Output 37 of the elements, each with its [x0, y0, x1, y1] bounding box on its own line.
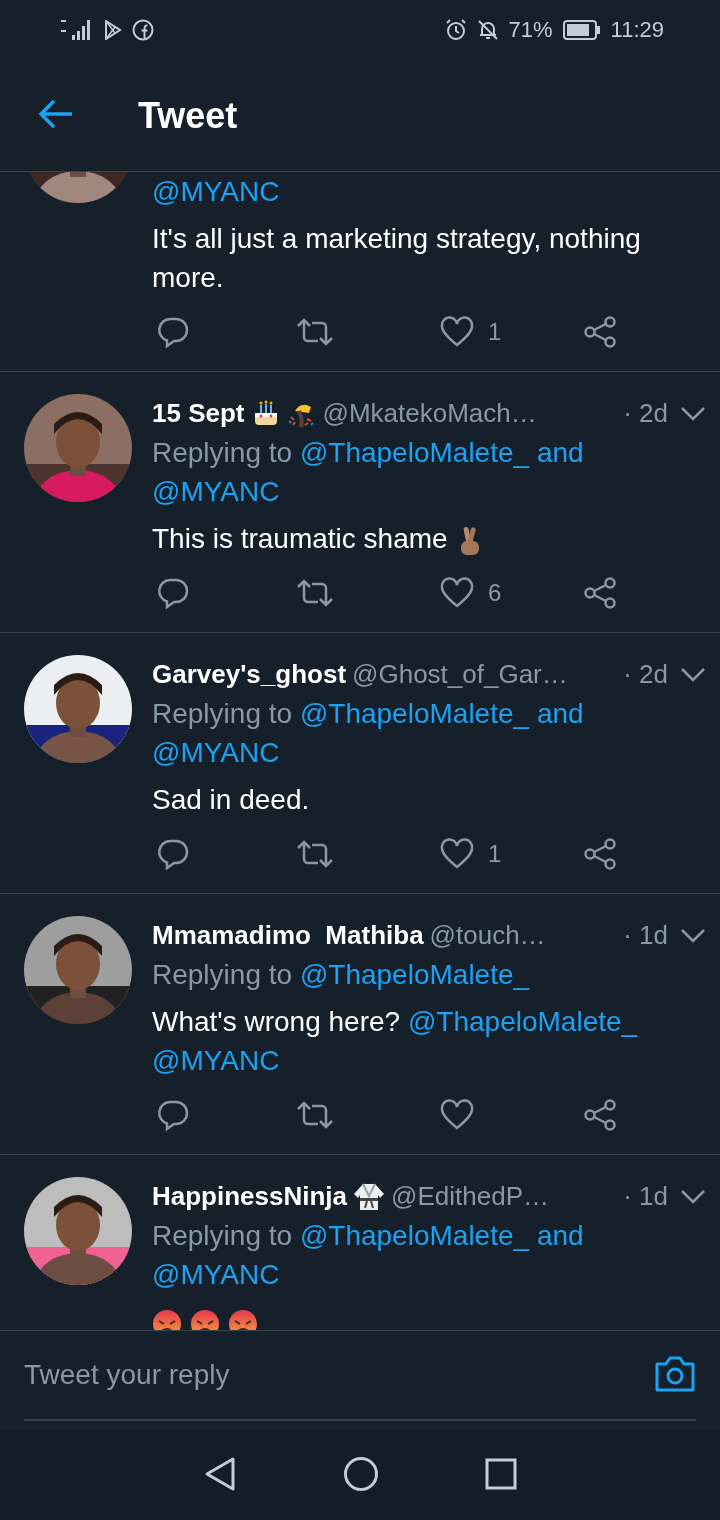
mention-link[interactable]: @MYANC [152, 176, 280, 207]
clock-time: 11:29 [610, 17, 664, 43]
tweet-age: · 2d [623, 398, 668, 429]
reply-field[interactable]: Tweet your reply [24, 1359, 654, 1391]
replying-label: Replying to [152, 698, 293, 729]
mention-link[interactable]: @MYANC [152, 1259, 280, 1290]
like-count: 1 [488, 840, 502, 868]
tweet-text: Sad in deed. [152, 783, 311, 817]
like-count: 1 [488, 318, 502, 346]
page-title: Tweet [138, 94, 238, 137]
like-count: 6 [488, 579, 502, 607]
mention-link[interactable]: @MYANC [152, 1045, 280, 1076]
mention-link[interactable]: @ThapeloMalete_ and [299, 698, 584, 729]
user-handle: @EdithedP… [391, 1181, 549, 1212]
mention-link[interactable]: @MYANC [152, 476, 280, 507]
mention-link[interactable]: @ThapeloMalete_ [299, 959, 530, 990]
display-name: 15 Sept [152, 398, 245, 429]
replying-label: Replying to [152, 1220, 293, 1251]
mention-link[interactable]: @ThapeloMalete_ and [299, 1220, 584, 1251]
user-handle: @MkatekoMach… [322, 398, 537, 429]
display-name: Garvey's_ghost [152, 659, 347, 690]
tweet-text: This is traumatic shame [152, 519, 706, 558]
user-handle: @touch… [429, 920, 546, 951]
mention-link[interactable]: @MYANC [152, 737, 280, 768]
user-handle: @Ghost_of_Gar… [352, 659, 568, 690]
display-name: Mmamadimo Mathiba [152, 920, 424, 951]
tweet-text: What's wrong here? @ThapeloMalete_ @MYANC [152, 1005, 639, 1078]
mention-link[interactable]: @ThapeloMalete_ and [299, 437, 584, 468]
replying-label: Replying to [152, 437, 293, 468]
mention-link[interactable]: @ThapeloMalete_ [407, 1006, 638, 1037]
battery-percent: 71% [508, 17, 553, 43]
tweet-text: It's all just a marketing strategy, nothing more. [152, 222, 642, 295]
replying-label: Replying to [152, 959, 293, 990]
tweet-age: · 2d [623, 659, 668, 690]
tweet-age: · 1d [623, 1181, 668, 1212]
tweet-age: · 1d [623, 920, 668, 951]
display-name: HappinessNinja [152, 1181, 348, 1212]
